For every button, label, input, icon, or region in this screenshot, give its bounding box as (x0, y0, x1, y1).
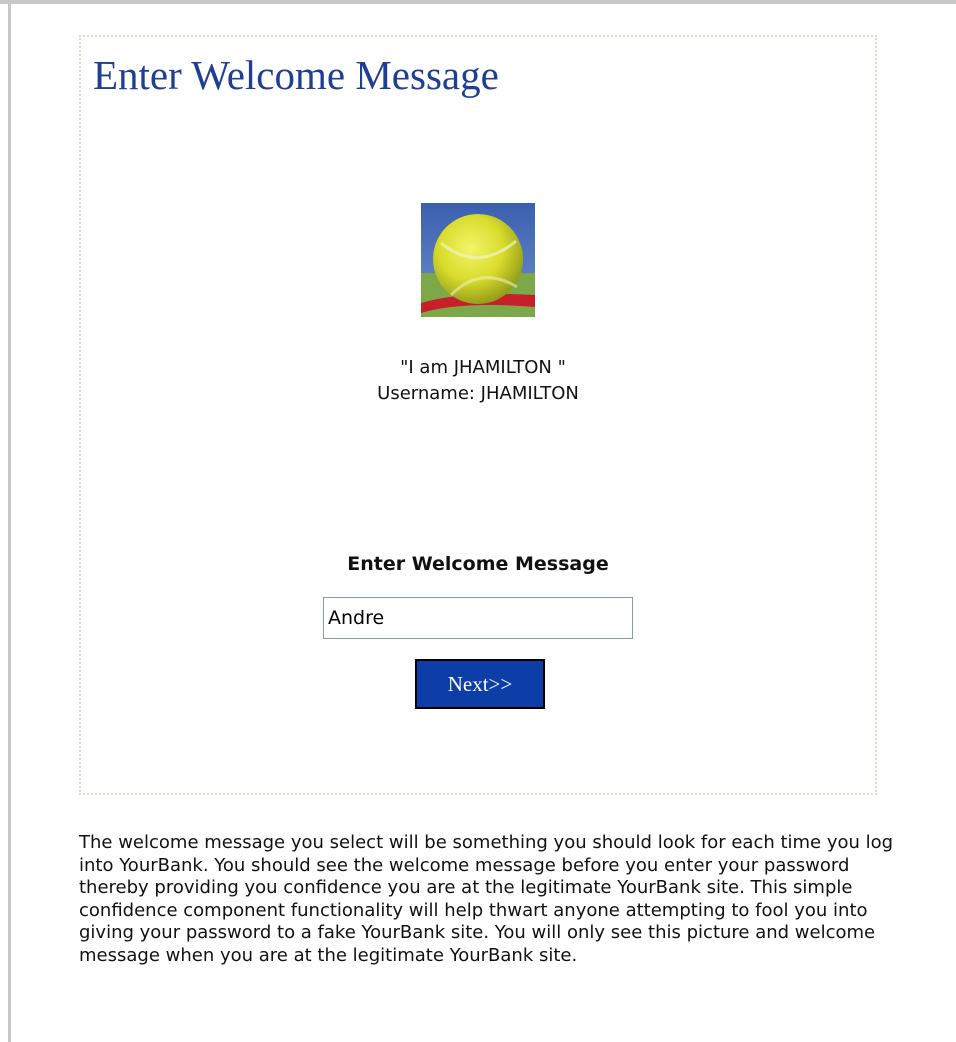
welcome-message-label: Enter Welcome Message (347, 553, 609, 575)
tennis-ball-image (421, 203, 535, 317)
next-button[interactable]: Next>> (415, 659, 545, 709)
welcome-message-panel: Enter Welcome Message "I am JHAMILTON " … (79, 35, 877, 795)
welcome-message-input[interactable] (323, 597, 633, 639)
tennis-ball-icon (421, 203, 535, 317)
window-left-border (8, 4, 11, 1042)
username-text: Username: JHAMILTON (377, 383, 579, 404)
welcome-message-description: The welcome message you select will be s… (79, 832, 894, 966)
page-title: Enter Welcome Message (93, 52, 499, 98)
welcome-message-text: "I am JHAMILTON " (400, 357, 566, 378)
window-top-border (0, 0, 956, 4)
